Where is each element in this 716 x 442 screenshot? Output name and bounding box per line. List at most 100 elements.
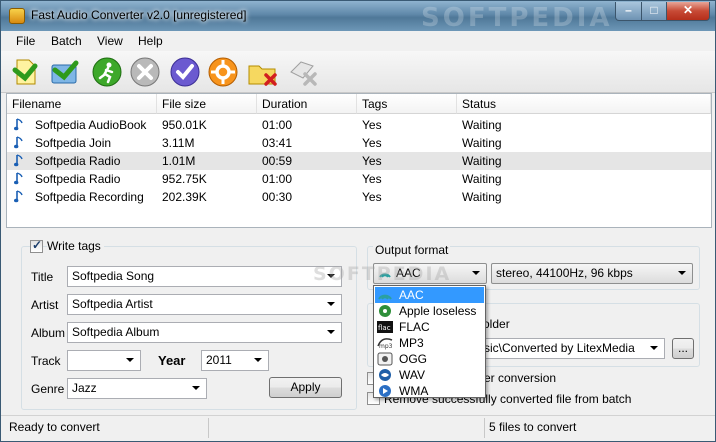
artist-input[interactable]: Softpedia Artist bbox=[67, 294, 342, 315]
audio-file-icon bbox=[14, 154, 23, 168]
filename-cell: Softpedia Recording bbox=[35, 190, 144, 204]
chevron-down-icon bbox=[650, 346, 658, 350]
format-dropdown-list[interactable]: AAC Apple loseless flac FLAC mp3 MP3 OGG WAV WMA bbox=[373, 285, 486, 398]
bottom-panel: Write tags Title Softpedia Song Artist S… bbox=[1, 229, 715, 415]
output-path-combo[interactable]: sic\Converted by LitexMedia bbox=[479, 338, 665, 359]
year-input[interactable]: 2011 bbox=[201, 350, 269, 371]
audio-file-icon bbox=[14, 190, 23, 204]
menu-file[interactable]: File bbox=[16, 34, 35, 48]
menu-batch[interactable]: Batch bbox=[51, 34, 82, 48]
filesize-cell: 952.75K bbox=[162, 172, 207, 186]
maximize-button[interactable]: □ bbox=[641, 2, 667, 21]
settings-icon[interactable] bbox=[207, 56, 239, 88]
write-tags-checkbox[interactable] bbox=[30, 238, 43, 253]
status-divider bbox=[484, 418, 485, 438]
chevron-down-icon bbox=[192, 386, 200, 390]
chevron-down-icon bbox=[472, 271, 480, 275]
format-option[interactable]: mp3 MP3 bbox=[375, 335, 484, 351]
window-title: Fast Audio Converter v2.0 [unregistered] bbox=[31, 8, 247, 22]
format-option[interactable]: Apple loseless bbox=[375, 303, 484, 319]
filesize-cell: 202.39K bbox=[162, 190, 207, 204]
duration-cell: 01:00 bbox=[262, 118, 293, 132]
filename-cell: Softpedia Join bbox=[35, 136, 112, 150]
svg-text:mp3: mp3 bbox=[379, 343, 393, 350]
output-path-value: sic\Converted by LitexMedia bbox=[484, 341, 635, 355]
minimize-button[interactable]: – bbox=[615, 2, 642, 21]
table-row[interactable]: Softpedia Radio 952.75K 01:00 Yes Waiting bbox=[7, 170, 711, 188]
genre-input[interactable]: Jazz bbox=[67, 378, 207, 399]
filename-cell: Softpedia Radio bbox=[35, 172, 121, 186]
quality-value: stereo, 44100Hz, 96 kbps bbox=[496, 266, 633, 280]
column-duration[interactable]: Duration bbox=[257, 94, 357, 114]
wma-icon bbox=[377, 384, 393, 398]
quality-combo[interactable]: stereo, 44100Hz, 96 kbps bbox=[491, 263, 693, 284]
genre-label: Genre bbox=[31, 382, 65, 396]
audio-file-icon bbox=[14, 136, 23, 150]
check-icon[interactable] bbox=[169, 56, 201, 88]
format-option-label: OGG bbox=[399, 352, 428, 366]
format-option-label: WAV bbox=[399, 368, 425, 382]
artist-value: Softpedia Artist bbox=[72, 297, 153, 311]
format-option[interactable]: WMA bbox=[375, 383, 484, 399]
title-bar[interactable]: SOFTPEDIA Fast Audio Converter v2.0 [unr… bbox=[1, 1, 715, 33]
column-filesize[interactable]: File size bbox=[157, 94, 257, 114]
duration-cell: 00:59 bbox=[262, 154, 293, 168]
duration-cell: 01:00 bbox=[262, 172, 293, 186]
file-list[interactable]: Filename File size Duration Tags Status … bbox=[6, 93, 712, 228]
wav-icon bbox=[377, 368, 393, 382]
format-option[interactable]: AAC bbox=[375, 287, 484, 303]
filesize-cell: 3.11M bbox=[162, 136, 195, 150]
start-convert-icon[interactable] bbox=[91, 56, 123, 88]
clear-list-icon[interactable] bbox=[287, 56, 319, 88]
browse-button[interactable]: ... bbox=[672, 338, 694, 359]
status-cell: Waiting bbox=[462, 190, 502, 204]
status-cell: Waiting bbox=[462, 154, 502, 168]
filesize-cell: 1.01M bbox=[162, 154, 196, 168]
apply-button[interactable]: Apply bbox=[269, 377, 342, 398]
menu-help[interactable]: Help bbox=[138, 34, 163, 48]
add-files-icon[interactable] bbox=[11, 56, 43, 88]
year-value: 2011 bbox=[206, 353, 232, 367]
format-option[interactable]: WAV bbox=[375, 367, 484, 383]
album-input[interactable]: Softpedia Album bbox=[67, 322, 342, 343]
table-row[interactable]: Softpedia Join 3.11M 03:41 Yes Waiting bbox=[7, 134, 711, 152]
svg-text:flac: flac bbox=[378, 324, 391, 332]
title-value: Softpedia Song bbox=[72, 269, 155, 283]
close-button[interactable]: ✕ bbox=[666, 2, 710, 21]
flac-icon: flac bbox=[377, 320, 393, 334]
output-format-label: Output format bbox=[373, 243, 451, 257]
app-window: SOFTPEDIA Fast Audio Converter v2.0 [unr… bbox=[0, 0, 716, 442]
column-status[interactable]: Status bbox=[457, 94, 711, 114]
format-option[interactable]: OGG bbox=[375, 351, 484, 367]
audio-file-icon bbox=[14, 172, 23, 186]
app-icon[interactable] bbox=[9, 8, 25, 24]
status-text: Ready to convert bbox=[9, 420, 100, 434]
track-input[interactable] bbox=[67, 350, 141, 371]
aac-icon bbox=[377, 288, 393, 302]
watermark: SOFTPEDIA bbox=[313, 263, 452, 285]
table-row[interactable]: Softpedia Radio 1.01M 00:59 Yes Waiting bbox=[7, 152, 711, 170]
filename-cell: Softpedia Radio bbox=[35, 154, 121, 168]
column-tags[interactable]: Tags bbox=[357, 94, 457, 114]
remove-file-icon[interactable] bbox=[247, 56, 279, 88]
stop-icon[interactable] bbox=[129, 56, 161, 88]
menu-view[interactable]: View bbox=[97, 34, 123, 48]
title-input[interactable]: Softpedia Song bbox=[67, 266, 342, 287]
format-option[interactable]: flac FLAC bbox=[375, 319, 484, 335]
table-row[interactable]: Softpedia Recording 202.39K 00:30 Yes Waitin… bbox=[7, 188, 711, 206]
album-label: Album bbox=[31, 326, 66, 340]
title-label: Title bbox=[31, 270, 54, 284]
add-folder-icon[interactable] bbox=[49, 56, 81, 88]
duration-cell: 03:41 bbox=[262, 136, 293, 150]
ogg-icon bbox=[377, 352, 393, 366]
mp3-icon: mp3 bbox=[377, 336, 393, 350]
format-option-label: Apple loseless bbox=[399, 304, 477, 318]
column-filename[interactable]: Filename bbox=[7, 94, 157, 114]
table-row[interactable]: Softpedia AudioBook 950.01K 01:00 Yes Waitin… bbox=[7, 116, 711, 134]
files-count: 5 files to convert bbox=[489, 420, 577, 434]
menu-bar: File Batch View Help bbox=[1, 31, 715, 51]
after-conversion-label: er conversion bbox=[484, 371, 557, 385]
tags-cell: Yes bbox=[362, 136, 382, 150]
chevron-down-icon bbox=[254, 358, 262, 362]
tags-cell: Yes bbox=[362, 118, 382, 132]
